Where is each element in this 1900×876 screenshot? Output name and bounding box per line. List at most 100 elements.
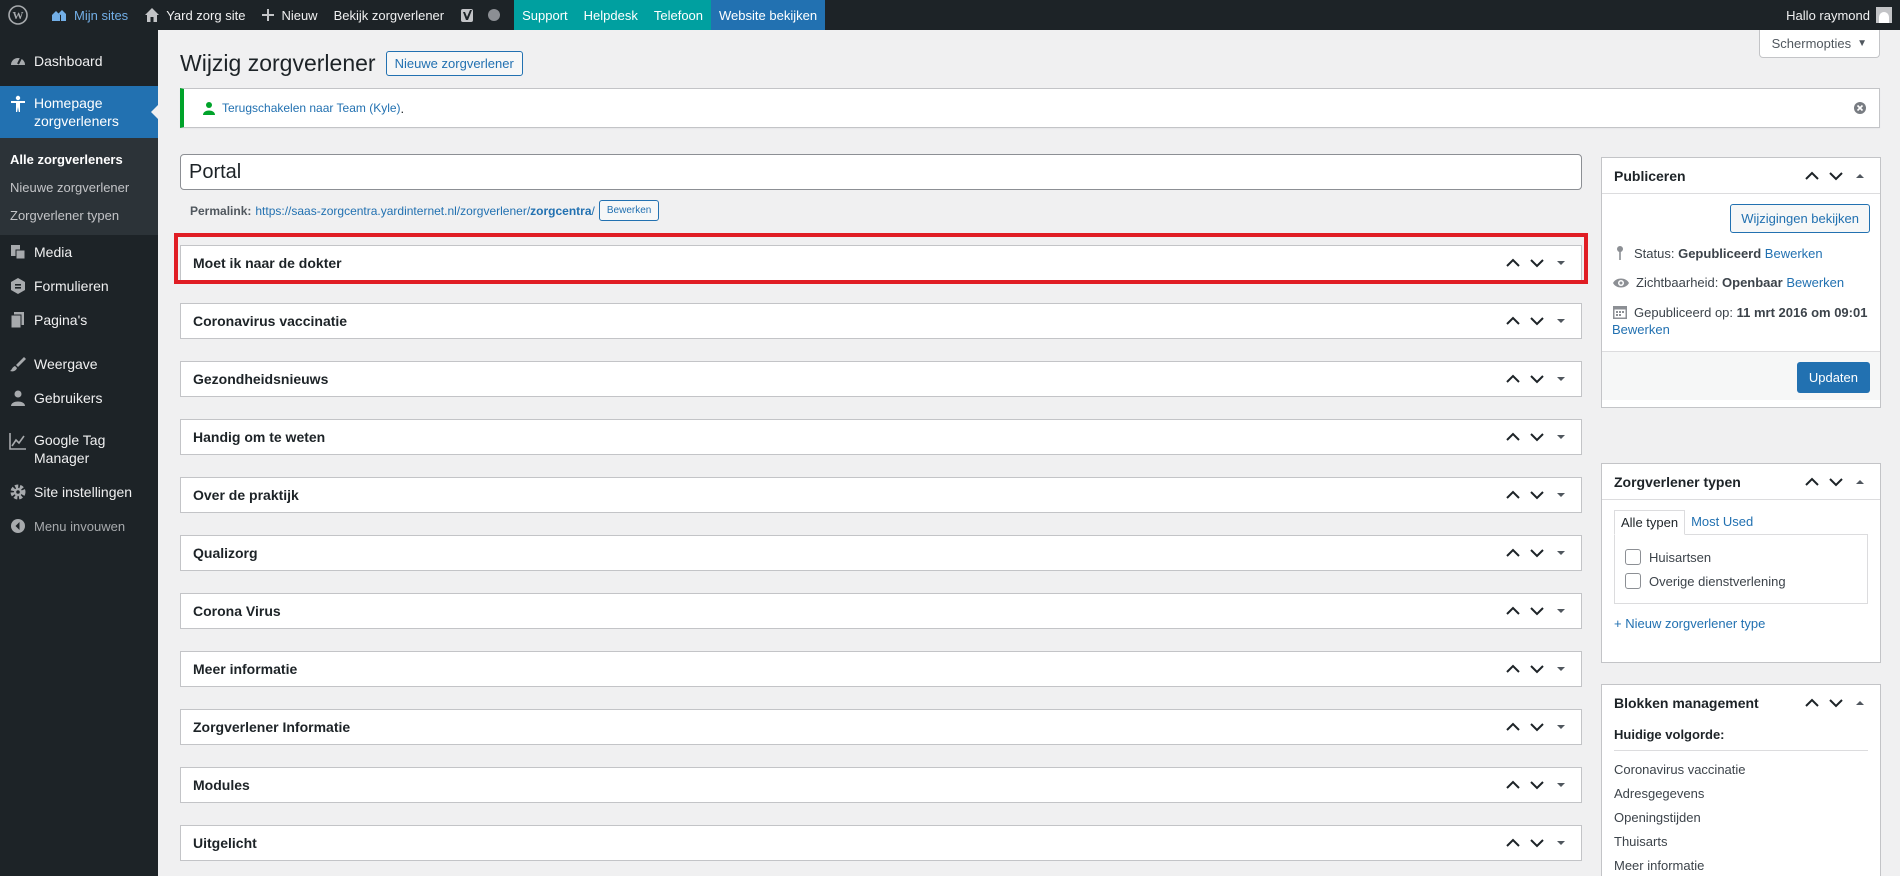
metabox-title[interactable]: Meer informatie: [193, 661, 1505, 677]
type-option-huisartsen[interactable]: Huisartsen: [1625, 545, 1857, 569]
move-down-icon[interactable]: [1529, 487, 1545, 503]
move-up-icon[interactable]: [1505, 487, 1521, 503]
toggle-panel-icon[interactable]: [1553, 313, 1569, 329]
site-name-menu[interactable]: Yard zorg site: [136, 0, 253, 30]
move-down-icon[interactable]: [1529, 835, 1545, 851]
dismiss-notice-icon[interactable]: [1853, 101, 1867, 118]
move-up-icon[interactable]: [1804, 168, 1820, 184]
tab-alle-typen[interactable]: Alle typen: [1614, 510, 1686, 535]
edit-status-link[interactable]: Bewerken: [1765, 246, 1823, 261]
move-up-icon[interactable]: [1505, 371, 1521, 387]
metabox-title[interactable]: Corona Virus: [193, 603, 1505, 619]
move-down-icon[interactable]: [1529, 255, 1545, 271]
move-up-icon[interactable]: [1505, 719, 1521, 735]
wordpress-logo-icon[interactable]: W: [0, 0, 42, 30]
sidebar-collapse-menu[interactable]: Menu invouwen: [0, 509, 158, 543]
toggle-panel-icon[interactable]: [1553, 835, 1569, 851]
sidebar-item-weergave[interactable]: Weergave: [0, 347, 158, 381]
move-up-icon[interactable]: [1804, 474, 1820, 490]
move-down-icon[interactable]: [1828, 695, 1844, 711]
update-button[interactable]: Updaten: [1796, 362, 1870, 393]
move-up-icon[interactable]: [1505, 661, 1521, 677]
submenu-new-zorgverlener[interactable]: Nieuwe zorgverlener: [0, 173, 158, 201]
toggle-panel-icon[interactable]: [1852, 695, 1868, 711]
toggle-panel-icon[interactable]: [1553, 603, 1569, 619]
move-up-icon[interactable]: [1505, 545, 1521, 561]
sidebar-item-formulieren[interactable]: Formulieren: [0, 269, 158, 303]
move-down-icon[interactable]: [1828, 474, 1844, 490]
metabox[interactable]: Modules: [180, 767, 1582, 803]
helpdesk-link[interactable]: Helpdesk: [575, 0, 646, 30]
sidebar-item-gebruikers[interactable]: Gebruikers: [0, 381, 158, 415]
edit-visibility-link[interactable]: Bewerken: [1786, 275, 1844, 290]
submenu-zorgverlener-types[interactable]: Zorgverlener typen: [0, 201, 158, 229]
edit-date-link[interactable]: Bewerken: [1612, 322, 1670, 337]
metabox-title[interactable]: Uitgelicht: [193, 835, 1505, 851]
toggle-panel-icon[interactable]: [1852, 474, 1868, 490]
metabox[interactable]: Corona Virus: [180, 593, 1582, 629]
metabox-title[interactable]: Moet ik naar de dokter: [193, 255, 1505, 271]
sidebar-item-site-instellingen[interactable]: Site instellingen: [0, 475, 158, 509]
type-checkbox[interactable]: [1625, 573, 1641, 589]
switch-back-link[interactable]: Terugschakelen naar Team (Kyle): [222, 101, 401, 115]
move-up-icon[interactable]: [1505, 603, 1521, 619]
sidebar-item-homepage-zorgverleners[interactable]: Homepage zorgverleners: [0, 86, 159, 138]
toggle-panel-icon[interactable]: [1553, 661, 1569, 677]
move-up-icon[interactable]: [1505, 255, 1521, 271]
metabox[interactable]: Qualizorg: [180, 535, 1582, 571]
telefoon-link[interactable]: Telefoon: [645, 0, 712, 30]
metabox[interactable]: Meer informatie: [180, 651, 1582, 687]
tab-most-used[interactable]: Most Used: [1685, 510, 1759, 535]
metabox-title[interactable]: Over de praktijk: [193, 487, 1505, 503]
metabox-title[interactable]: Gezondheidsnieuws: [193, 371, 1505, 387]
move-down-icon[interactable]: [1529, 603, 1545, 619]
move-down-icon[interactable]: [1529, 429, 1545, 445]
move-down-icon[interactable]: [1529, 777, 1545, 793]
toggle-panel-icon[interactable]: [1553, 429, 1569, 445]
screen-options-button[interactable]: Schermopties ▼: [1758, 30, 1880, 58]
move-up-icon[interactable]: [1804, 695, 1820, 711]
permalink-url[interactable]: https://saas-zorgcentra.yardinternet.nl/…: [255, 204, 595, 218]
move-down-icon[interactable]: [1529, 661, 1545, 677]
toggle-panel-icon[interactable]: [1553, 371, 1569, 387]
move-down-icon[interactable]: [1828, 168, 1844, 184]
metabox[interactable]: Coronavirus vaccinatie: [180, 303, 1582, 339]
sidebar-item-paginas[interactable]: Pagina's: [0, 303, 158, 337]
view-item-link[interactable]: Bekijk zorgverlener: [326, 0, 453, 30]
my-sites-menu[interactable]: Mijn sites: [42, 0, 136, 30]
toggle-panel-icon[interactable]: [1553, 777, 1569, 793]
edit-slug-button[interactable]: Bewerken: [598, 200, 660, 221]
metabox[interactable]: Over de praktijk: [180, 477, 1582, 513]
metabox[interactable]: Zorgverlener Informatie: [180, 709, 1582, 745]
type-option-overige-dienstverlening[interactable]: Overige dienstverlening: [1625, 569, 1857, 593]
metabox[interactable]: Moet ik naar de dokter: [180, 245, 1582, 281]
add-new-zorgverlener-button[interactable]: Nieuwe zorgverlener: [385, 51, 523, 76]
metabox[interactable]: Handig om te weten: [180, 419, 1582, 455]
move-down-icon[interactable]: [1529, 371, 1545, 387]
metabox-title[interactable]: Qualizorg: [193, 545, 1505, 561]
metabox-title[interactable]: Zorgverlener Informatie: [193, 719, 1505, 735]
move-down-icon[interactable]: [1529, 719, 1545, 735]
metabox-title[interactable]: Modules: [193, 777, 1505, 793]
toggle-panel-icon[interactable]: [1553, 255, 1569, 271]
move-down-icon[interactable]: [1529, 545, 1545, 561]
toggle-panel-icon[interactable]: [1553, 545, 1569, 561]
type-checkbox[interactable]: [1625, 549, 1641, 565]
account-menu[interactable]: Hallo raymond: [1778, 0, 1900, 30]
toggle-panel-icon[interactable]: [1553, 487, 1569, 503]
yoast-menu[interactable]: [452, 0, 514, 30]
move-down-icon[interactable]: [1529, 313, 1545, 329]
preview-changes-button[interactable]: Wijzigingen bekijken: [1730, 204, 1870, 233]
toggle-panel-icon[interactable]: [1852, 168, 1868, 184]
sidebar-item-google-tag-manager[interactable]: Google Tag Manager: [0, 423, 158, 475]
post-title-input[interactable]: Portal: [180, 154, 1582, 190]
sidebar-item-dashboard[interactable]: Dashboard: [0, 44, 158, 78]
move-up-icon[interactable]: [1505, 313, 1521, 329]
submenu-all-zorgverleners[interactable]: Alle zorgverleners: [0, 145, 158, 173]
metabox[interactable]: Gezondheidsnieuws: [180, 361, 1582, 397]
move-up-icon[interactable]: [1505, 777, 1521, 793]
metabox-title[interactable]: Coronavirus vaccinatie: [193, 313, 1505, 329]
move-up-icon[interactable]: [1505, 429, 1521, 445]
metabox[interactable]: Uitgelicht: [180, 825, 1582, 861]
toggle-panel-icon[interactable]: [1553, 719, 1569, 735]
